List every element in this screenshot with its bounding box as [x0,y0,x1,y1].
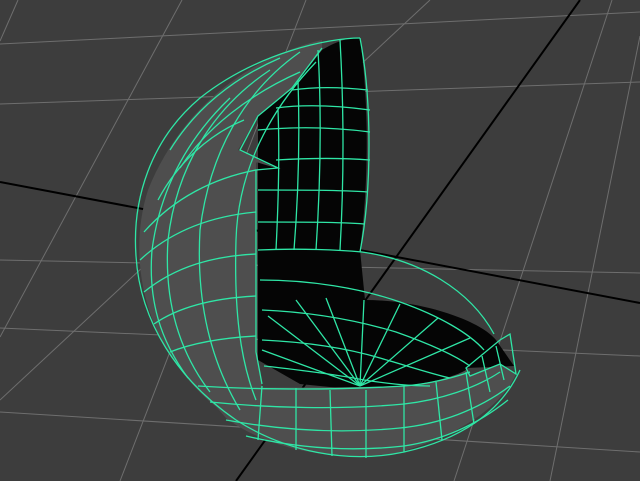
scene-viewport[interactable] [0,0,640,481]
viewport-canvas[interactable] [0,0,640,481]
